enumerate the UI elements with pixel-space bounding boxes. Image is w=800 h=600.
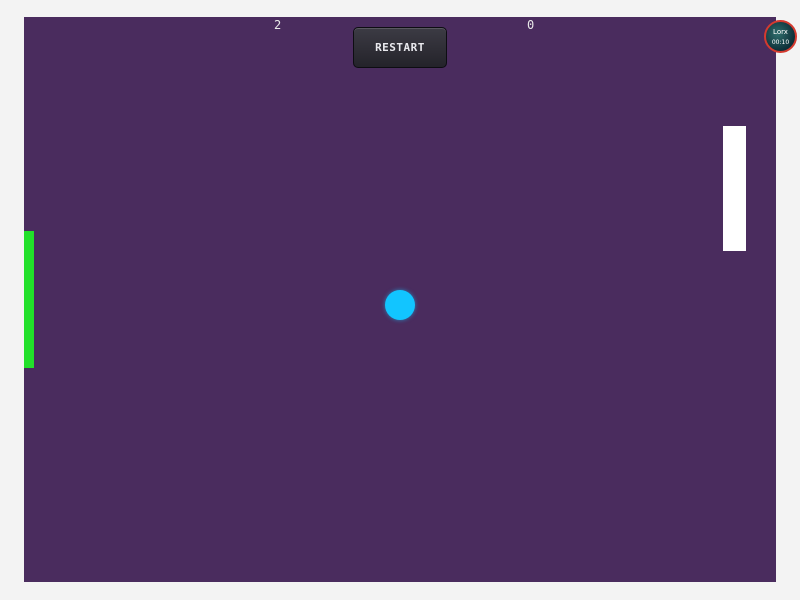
ball <box>385 290 415 320</box>
restart-button[interactable]: RESTART <box>353 27 447 68</box>
right-score: 0 <box>527 18 535 32</box>
left-paddle <box>24 231 34 368</box>
game-arena: 2 0 RESTART <box>24 17 776 582</box>
right-paddle <box>723 126 746 251</box>
recorder-name: Lorx <box>773 28 788 36</box>
left-score: 2 <box>274 18 282 32</box>
game-viewport: 2 0 RESTART Lorx 00:10 <box>0 0 800 600</box>
recorder-badge: Lorx 00:10 <box>764 20 797 53</box>
recorder-timer: 00:10 <box>771 39 790 46</box>
